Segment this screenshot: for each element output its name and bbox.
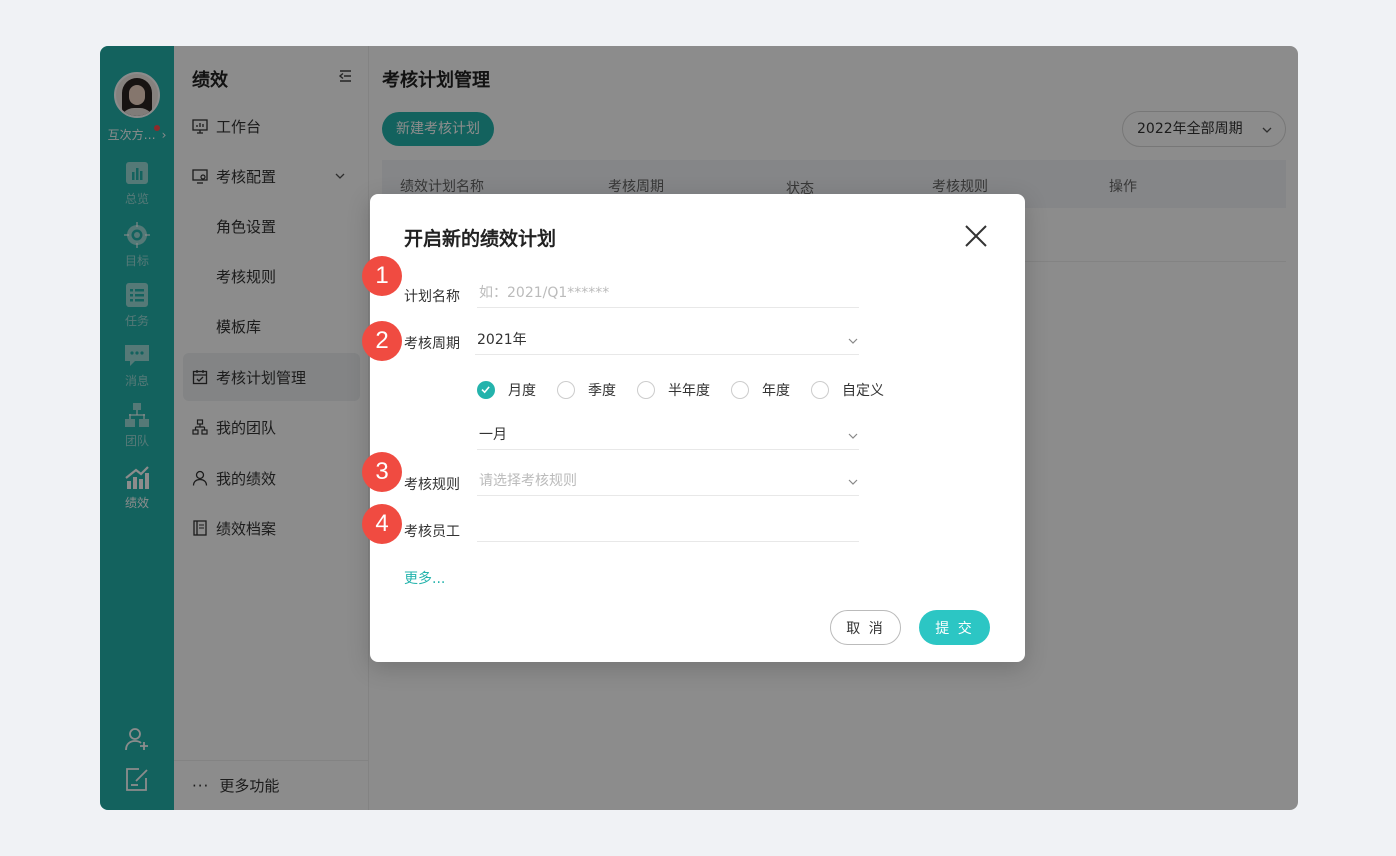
- radio-custom[interactable]: 自定义: [811, 380, 884, 400]
- chevron-down-icon: [848, 433, 858, 439]
- employee-input[interactable]: [477, 516, 859, 542]
- annotation-badge-4: 4: [362, 504, 402, 544]
- radio-label: 季度: [588, 383, 616, 399]
- radio-unchecked-icon: [557, 381, 575, 399]
- radio-unchecked-icon: [731, 381, 749, 399]
- rule-select[interactable]: 请选择考核规则: [477, 470, 859, 496]
- radio-unchecked-icon: [811, 381, 829, 399]
- submit-button[interactable]: 提 交: [919, 610, 990, 645]
- month-select[interactable]: 一月: [477, 424, 859, 450]
- rule-label: 考核规则: [404, 477, 460, 493]
- chevron-down-icon: [848, 479, 858, 485]
- radio-checked-icon: [477, 381, 495, 399]
- dialog-title: 开启新的绩效计划: [404, 228, 557, 250]
- year-select[interactable]: 2021年: [475, 329, 859, 355]
- radio-label: 月度: [508, 383, 536, 399]
- radio-label: 年度: [762, 383, 790, 399]
- radio-label: 自定义: [842, 383, 884, 399]
- chevron-down-icon: [848, 338, 858, 344]
- period-type-group: 月度 季度 半年度 年度 自定义: [477, 380, 905, 400]
- radio-quarterly[interactable]: 季度: [557, 380, 616, 400]
- year-select-value: 2021年: [477, 332, 527, 348]
- month-select-value: 一月: [479, 427, 507, 443]
- close-icon[interactable]: [963, 223, 989, 249]
- radio-unchecked-icon: [637, 381, 655, 399]
- radio-half-year[interactable]: 半年度: [637, 380, 710, 400]
- plan-name-input[interactable]: 如：2021/Q1******: [477, 282, 859, 308]
- employee-label: 考核员工: [404, 524, 460, 540]
- more-link[interactable]: 更多...: [404, 568, 445, 588]
- radio-monthly[interactable]: 月度: [477, 380, 536, 400]
- annotation-badge-1: 1: [362, 256, 402, 296]
- radio-yearly[interactable]: 年度: [731, 380, 790, 400]
- new-plan-dialog: 开启新的绩效计划 计划名称 如：2021/Q1****** 考核周期 2021年…: [370, 194, 1025, 662]
- period-label: 考核周期: [404, 336, 460, 352]
- rule-select-placeholder: 请选择考核规则: [479, 473, 577, 489]
- radio-label: 半年度: [668, 383, 710, 399]
- annotation-badge-3: 3: [362, 452, 402, 492]
- cancel-button[interactable]: 取 消: [830, 610, 901, 645]
- plan-name-label: 计划名称: [404, 289, 460, 305]
- annotation-badge-2: 2: [362, 321, 402, 361]
